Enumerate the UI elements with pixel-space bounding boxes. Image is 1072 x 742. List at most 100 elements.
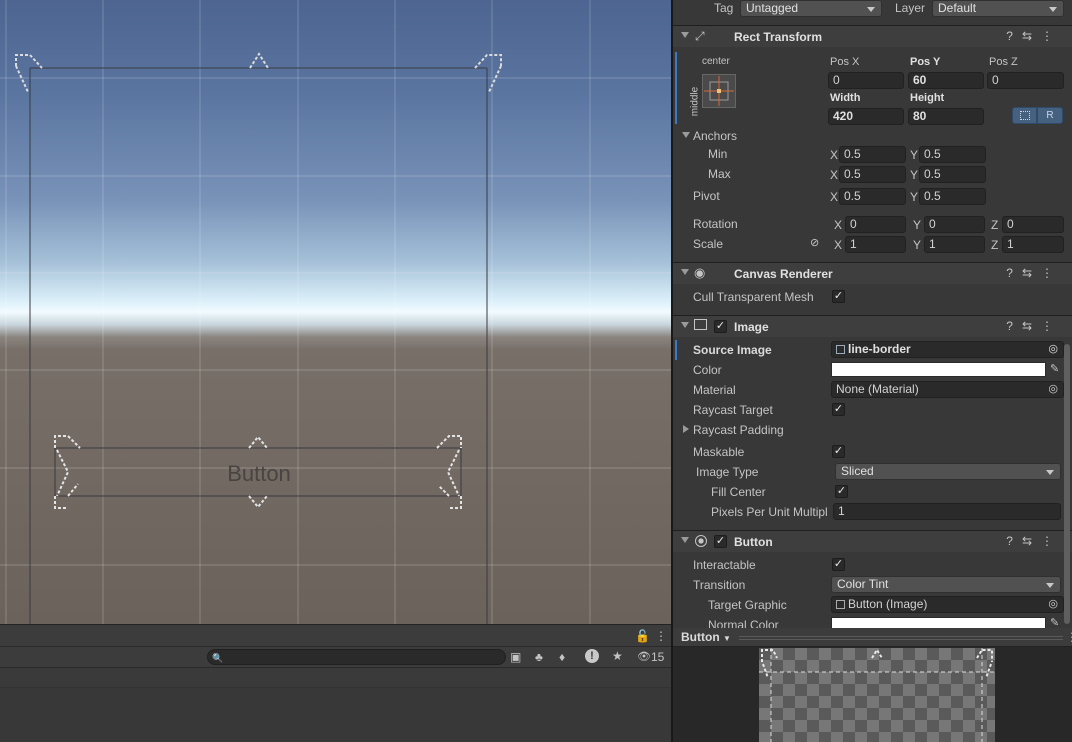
min-x-field[interactable]: 0.5 bbox=[839, 146, 906, 163]
rot-z-axis: Z bbox=[991, 218, 999, 232]
height-label: Height bbox=[910, 92, 945, 104]
visibility-icon: 👁 bbox=[637, 651, 651, 663]
image-type-dropdown[interactable]: Sliced bbox=[835, 463, 1061, 480]
search-input[interactable]: 🔍 bbox=[207, 649, 506, 665]
modified-indicator bbox=[675, 340, 677, 360]
component-title: Canvas Renderer bbox=[734, 267, 833, 281]
pos-y-field[interactable]: 60 bbox=[908, 72, 984, 89]
raycast-padding-fold-icon[interactable] bbox=[683, 425, 689, 433]
fold-arrow-icon[interactable] bbox=[681, 322, 689, 328]
transition-dropdown[interactable]: Color Tint bbox=[831, 576, 1061, 593]
fold-arrow-icon[interactable] bbox=[681, 32, 689, 38]
rotation-y-field[interactable]: 0 bbox=[924, 216, 985, 233]
anchor-preset-button[interactable] bbox=[702, 74, 736, 108]
material-field[interactable]: None (Material) ◎ bbox=[831, 381, 1064, 398]
width-field[interactable]: 420 bbox=[828, 108, 904, 125]
anchor-horizontal-label: center bbox=[702, 56, 730, 67]
scale-y-axis: Y bbox=[913, 238, 922, 252]
scale-x-field[interactable]: 1 bbox=[845, 236, 906, 253]
canvas-renderer-header[interactable]: ◉ Canvas Renderer ?⇆⋮ bbox=[673, 262, 1072, 284]
tag-icon[interactable]: ♦ bbox=[559, 650, 565, 664]
pixels-per-unit-field[interactable]: 1 bbox=[833, 503, 1061, 520]
min-y-axis: Y bbox=[910, 148, 919, 162]
cull-mesh-label: Cull Transparent Mesh bbox=[693, 290, 814, 304]
source-image-field[interactable]: line-border ◎ bbox=[831, 341, 1064, 358]
scale-link-icon[interactable]: ⊘ bbox=[810, 236, 819, 249]
panel-toolbar: 🔍 ▣ ♣ ♦ ! ★ 👁 15 bbox=[0, 647, 671, 668]
object-picker-icon[interactable]: ◎ bbox=[1048, 382, 1058, 397]
chevron-down-icon: ▼ bbox=[723, 634, 731, 643]
blueprint-icon bbox=[1020, 111, 1030, 120]
pos-z-field[interactable]: 0 bbox=[987, 72, 1064, 89]
object-picker-icon[interactable]: ◎ bbox=[1048, 342, 1058, 357]
height-field[interactable]: 80 bbox=[908, 108, 984, 125]
pos-x-field[interactable]: 0 bbox=[828, 72, 904, 89]
normal-color-label: Normal Color bbox=[708, 618, 779, 628]
image-header[interactable]: ✓ Image ?⇆⋮ bbox=[673, 315, 1072, 337]
sprite-icon bbox=[836, 345, 845, 354]
rect-transform-header[interactable]: ⤢ Rect Transform ?⇆⋮ bbox=[673, 25, 1072, 47]
scale-y-field[interactable]: 1 bbox=[924, 236, 985, 253]
component-header-icons[interactable]: ?⇆⋮ bbox=[1006, 29, 1062, 43]
eyedropper-icon[interactable]: ✎ bbox=[1050, 616, 1059, 628]
eye-icon: ◉ bbox=[694, 265, 706, 280]
rotation-label: Rotation bbox=[693, 217, 738, 231]
scene-grid bbox=[0, 0, 671, 624]
fill-center-checkbox[interactable]: ✓ bbox=[835, 485, 848, 498]
scale-z-field[interactable]: 1 bbox=[1002, 236, 1064, 253]
more-menu-icon[interactable]: ⋮ bbox=[655, 629, 667, 643]
fold-arrow-icon[interactable] bbox=[681, 537, 689, 543]
more-menu-icon[interactable]: ⋮ bbox=[1066, 630, 1072, 644]
maskable-label: Maskable bbox=[693, 445, 745, 459]
raycast-target-checkbox[interactable]: ✓ bbox=[832, 403, 845, 416]
button-header[interactable]: ✓ Button ?⇆⋮ bbox=[673, 530, 1072, 552]
layer-dropdown[interactable]: Default bbox=[932, 0, 1064, 17]
anchors-fold-icon[interactable] bbox=[682, 132, 690, 138]
rotation-x-field[interactable]: 0 bbox=[845, 216, 906, 233]
max-x-axis: X bbox=[830, 168, 839, 182]
filter-by-label-icon[interactable]: ♣ bbox=[535, 650, 543, 664]
component-title: Rect Transform bbox=[734, 30, 823, 44]
max-y-field[interactable]: 0.5 bbox=[919, 166, 986, 183]
tag-dropdown[interactable]: Untagged bbox=[740, 0, 882, 17]
cull-mesh-checkbox[interactable]: ✓ bbox=[832, 290, 845, 303]
inspector-scroll-thumb[interactable] bbox=[1064, 344, 1070, 624]
canvas-rect-outline bbox=[29, 67, 488, 624]
favorite-star-icon[interactable]: ★ bbox=[612, 649, 623, 663]
pivot-x-field[interactable]: 0.5 bbox=[839, 188, 906, 205]
pivot-y-field[interactable]: 0.5 bbox=[919, 188, 986, 205]
object-picker-icon[interactable]: ◎ bbox=[1048, 597, 1058, 612]
target-graphic-field[interactable]: Button (Image) ◎ bbox=[831, 596, 1064, 613]
color-label: Color bbox=[693, 363, 722, 377]
color-swatch[interactable] bbox=[831, 362, 1046, 377]
component-header-icons[interactable]: ?⇆⋮ bbox=[1006, 319, 1062, 333]
scale-z-axis: Z bbox=[991, 238, 999, 252]
eyedropper-icon[interactable]: ✎ bbox=[1050, 362, 1059, 375]
max-x-field[interactable]: 0.5 bbox=[839, 166, 906, 183]
component-header-icons[interactable]: ?⇆⋮ bbox=[1006, 534, 1062, 548]
normal-color-swatch[interactable] bbox=[831, 617, 1046, 628]
lock-icon[interactable]: 🔓 bbox=[635, 629, 650, 643]
image-enabled-checkbox[interactable]: ✓ bbox=[714, 320, 727, 333]
inspector-panel: Tag Untagged Layer Default ⤢ Rect Transf… bbox=[671, 0, 1072, 628]
min-y-field[interactable]: 0.5 bbox=[919, 146, 986, 163]
preview-dropdown[interactable]: Button ▼ bbox=[681, 630, 731, 644]
inspector-scrollbar[interactable] bbox=[1063, 344, 1071, 624]
maskable-checkbox[interactable]: ✓ bbox=[832, 445, 845, 458]
rotation-z-field[interactable]: 0 bbox=[1002, 216, 1064, 233]
preview-splitter[interactable] bbox=[739, 636, 1063, 640]
component-header-icons[interactable]: ?⇆⋮ bbox=[1006, 266, 1062, 280]
blueprint-mode-button[interactable] bbox=[1012, 107, 1037, 124]
fold-arrow-icon[interactable] bbox=[681, 269, 689, 275]
min-x-axis: X bbox=[830, 148, 839, 162]
pixels-per-unit-label: Pixels Per Unit Multipl bbox=[711, 505, 828, 519]
raw-edit-button[interactable]: R bbox=[1037, 107, 1063, 124]
search-by-type-icon[interactable]: ▣ bbox=[510, 650, 521, 664]
button-component-icon bbox=[695, 535, 707, 547]
panel-row bbox=[0, 668, 671, 688]
button-enabled-checkbox[interactable]: ✓ bbox=[714, 535, 727, 548]
max-label: Max bbox=[708, 167, 731, 181]
scene-view[interactable]: Button bbox=[0, 0, 671, 624]
interactable-checkbox[interactable]: ✓ bbox=[832, 558, 845, 571]
warning-icon[interactable]: ! bbox=[585, 649, 599, 663]
